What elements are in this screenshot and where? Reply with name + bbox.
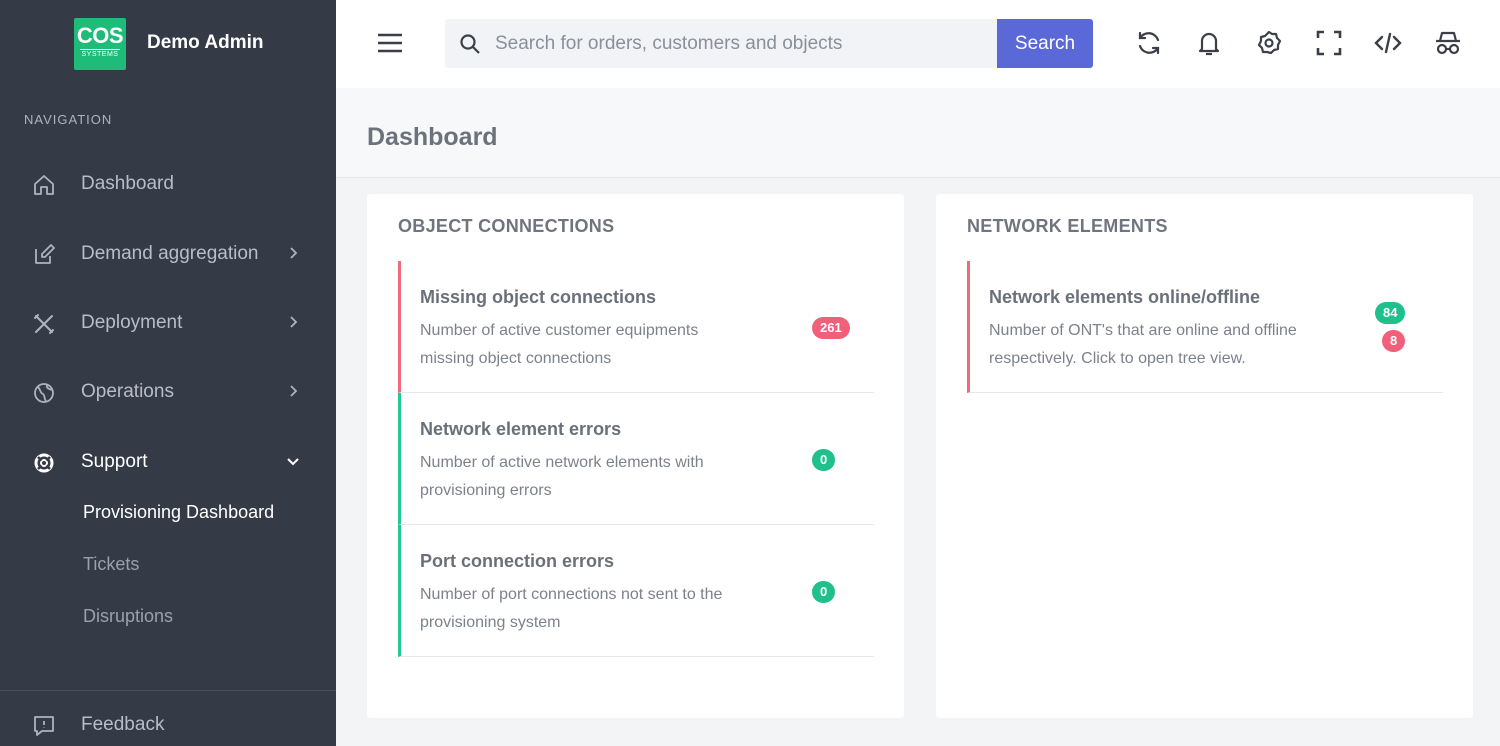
cos-systems-logo: COS SYSTEMS [74, 18, 126, 70]
sidebar-item-dashboard[interactable]: Dashboard [0, 161, 336, 207]
sidebar-subitem-disruptions[interactable]: Disruptions [83, 606, 173, 627]
sidebar-item-support[interactable]: Support [0, 439, 336, 485]
chevron-right-icon [290, 316, 298, 328]
chevron-right-icon [290, 385, 298, 397]
edit-icon [35, 244, 55, 264]
sidebar-item-label: Support [81, 451, 148, 472]
sidebar-item-label: Operations [81, 381, 174, 402]
list-item-description: Number of active customer equipments mis… [420, 322, 699, 367]
online-count-badge: 84 [1375, 302, 1406, 324]
sidebar: COS SYSTEMS Demo Admin NAVIGATION Dashbo… [0, 0, 336, 746]
gear-icon[interactable] [1254, 28, 1284, 58]
count-badge: 0 [812, 581, 836, 603]
chevron-right-icon [290, 247, 298, 259]
fullscreen-icon[interactable] [1314, 28, 1344, 58]
list-item-description: Number of ONT's that are online and offl… [989, 322, 1297, 367]
card-title: OBJECT CONNECTIONS [398, 216, 615, 236]
sidebar-subitem-tickets[interactable]: Tickets [83, 554, 139, 575]
sidebar-subitem-provisioning-dashboard[interactable]: Provisioning Dashboard [83, 502, 274, 523]
search-input[interactable] [495, 19, 990, 68]
code-icon[interactable] [1373, 28, 1403, 58]
feedback-icon [34, 716, 54, 736]
sidebar-item-deployment[interactable]: Deployment [0, 300, 336, 346]
page-header: Dashboard [336, 88, 1500, 178]
nav-heading: NAVIGATION [24, 112, 113, 127]
list-item-network-elements-online-offline[interactable]: Network elements online/offline Number o… [967, 261, 1443, 393]
home-icon [34, 175, 54, 195]
sidebar-item-feedback[interactable]: Feedback [0, 702, 336, 746]
sidebar-item-label: Feedback [81, 714, 165, 735]
list-item-port-connection-errors[interactable]: Port connection errors Number of port co… [398, 525, 874, 657]
list-item-title: Network element errors [420, 419, 622, 439]
list-item-description: Number of port connections not sent to t… [420, 586, 723, 631]
list-item-network-element-errors[interactable]: Network element errors Number of active … [398, 393, 874, 525]
lifebuoy-icon [34, 453, 54, 473]
count-badge: 261 [812, 317, 850, 339]
list-item-title: Missing object connections [420, 287, 657, 307]
offline-count-badge: 8 [1382, 330, 1406, 352]
sidebar-item-label: Dashboard [81, 173, 174, 194]
search-icon [460, 34, 480, 54]
incognito-icon[interactable] [1433, 28, 1463, 58]
sidebar-item-demand-aggregation[interactable]: Demand aggregation [0, 231, 336, 277]
hamburger-menu-icon[interactable] [376, 30, 404, 56]
sidebar-divider [0, 690, 336, 691]
card-title: NETWORK ELEMENTS [967, 216, 1168, 236]
object-connections-card: OBJECT CONNECTIONS Missing object connec… [367, 194, 904, 718]
tools-icon [34, 314, 54, 334]
bell-icon[interactable] [1194, 28, 1224, 58]
search-button[interactable]: Search [997, 19, 1093, 68]
topbar: Search [336, 0, 1500, 88]
sidebar-item-label: Demand aggregation [81, 243, 259, 264]
globe-icon [34, 383, 54, 403]
refresh-icon[interactable] [1134, 28, 1164, 58]
sidebar-item-label: Deployment [81, 312, 183, 333]
brand[interactable]: COS SYSTEMS Demo Admin [0, 0, 336, 88]
sidebar-item-operations[interactable]: Operations [0, 369, 336, 415]
count-badge: 0 [812, 449, 836, 471]
chevron-down-icon [287, 458, 299, 466]
page-title: Dashboard [367, 123, 498, 151]
list-item-description: Number of active network elements with p… [420, 454, 704, 499]
network-elements-card: NETWORK ELEMENTS Network elements online… [936, 194, 1473, 718]
list-item-missing-object-connections[interactable]: Missing object connections Number of act… [398, 261, 874, 393]
list-item-title: Port connection errors [420, 551, 615, 571]
brand-name: Demo Admin [147, 32, 264, 53]
search-box [445, 19, 997, 68]
list-item-title: Network elements online/offline [989, 287, 1261, 307]
